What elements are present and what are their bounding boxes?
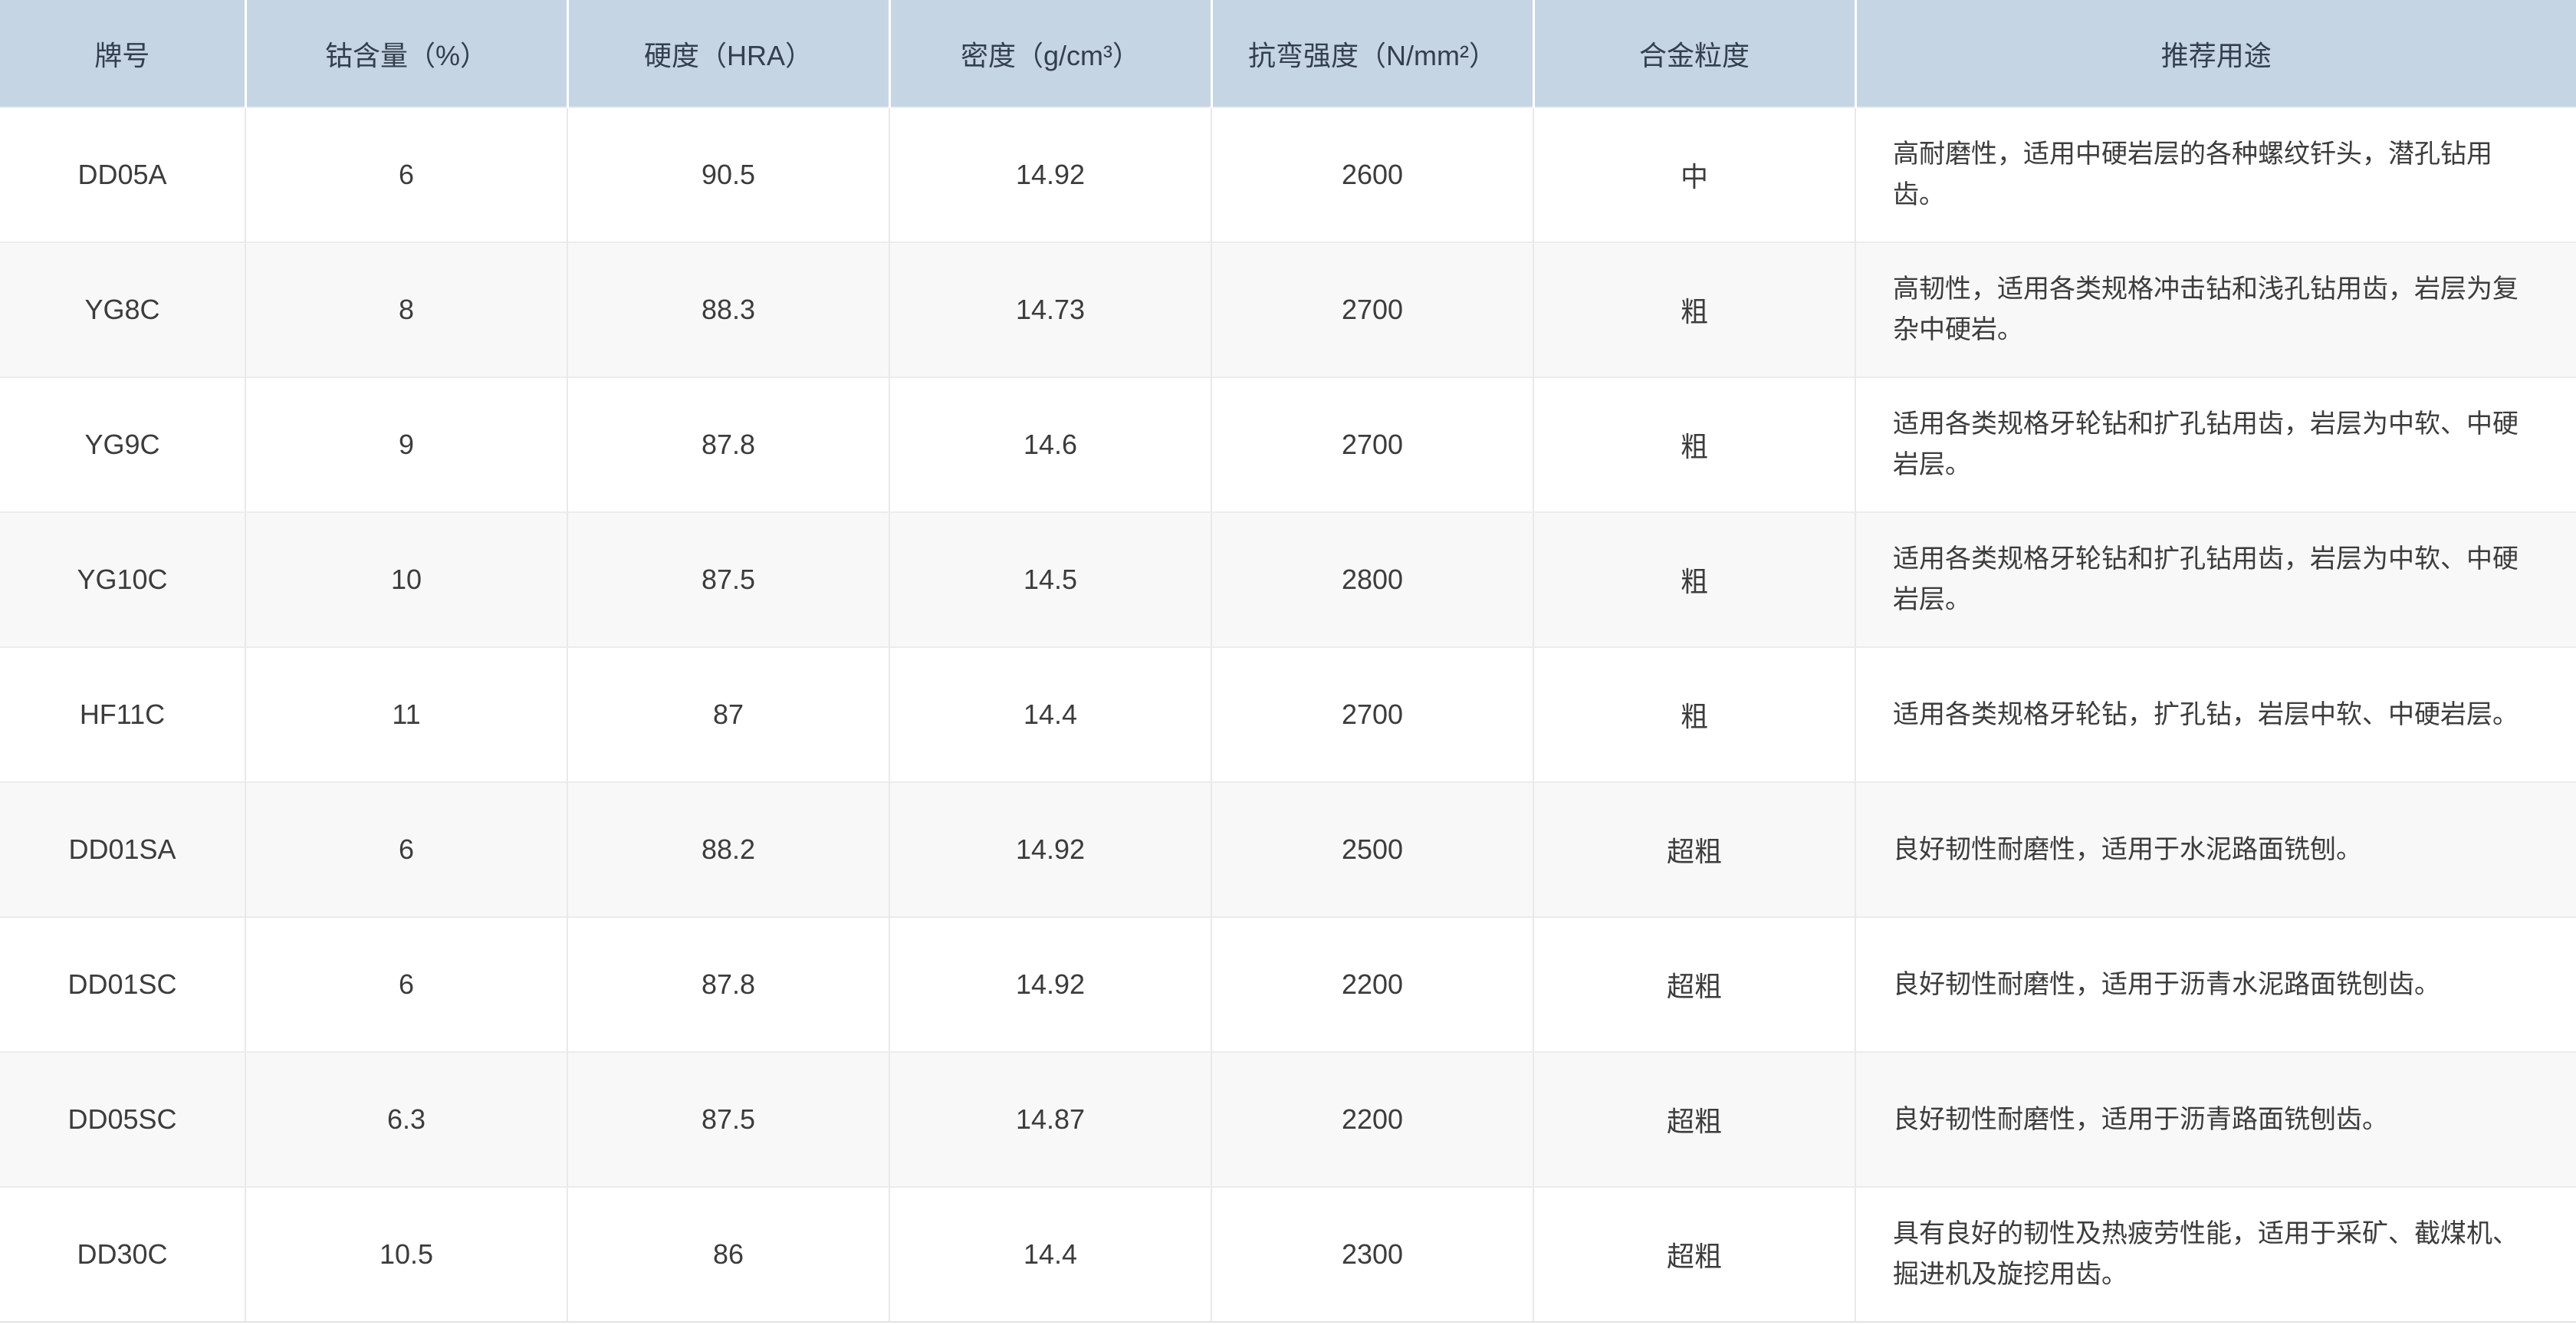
column-header-bending-strength: 抗弯强度（N/mm²） — [1211, 0, 1533, 107]
column-header-grade: 牌号 — [0, 0, 245, 107]
cell-strength: 2600 — [1211, 107, 1533, 242]
cell-grade: DD05SC — [0, 1052, 245, 1187]
cell-density: 14.92 — [889, 107, 1211, 242]
cell-grade: HF11C — [0, 647, 245, 782]
cell-strength: 2700 — [1211, 647, 1533, 782]
table-row: YG9C 9 87.8 14.6 2700 粗 适用各类规格牙轮钻和扩孔钻用齿，… — [0, 377, 2576, 512]
cell-cobalt: 10.5 — [245, 1187, 567, 1322]
cell-grade: YG9C — [0, 377, 245, 512]
cell-grade: DD30C — [0, 1187, 245, 1322]
table-row: DD05SC 6.3 87.5 14.87 2200 超粗 良好韧性耐磨性，适用… — [0, 1052, 2576, 1187]
cell-density: 14.4 — [889, 647, 1211, 782]
cell-density: 14.92 — [889, 782, 1211, 917]
column-header-hardness: 硬度（HRA） — [567, 0, 889, 107]
cell-grain: 粗 — [1533, 242, 1855, 377]
column-header-density: 密度（g/cm³） — [889, 0, 1211, 107]
cell-hardness: 90.5 — [567, 107, 889, 242]
table-row: YG8C 8 88.3 14.73 2700 粗 高韧性，适用各类规格冲击钻和浅… — [0, 242, 2576, 377]
cell-density: 14.92 — [889, 917, 1211, 1052]
cell-grain: 粗 — [1533, 512, 1855, 647]
table-row: YG10C 10 87.5 14.5 2800 粗 适用各类规格牙轮钻和扩孔钻用… — [0, 512, 2576, 647]
cell-cobalt: 8 — [245, 242, 567, 377]
cell-grain: 粗 — [1533, 377, 1855, 512]
column-header-cobalt-content: 钴含量（%） — [245, 0, 567, 107]
cell-strength: 2300 — [1211, 1187, 1533, 1322]
cell-cobalt: 11 — [245, 647, 567, 782]
cell-grade: DD05A — [0, 107, 245, 242]
cell-strength: 2800 — [1211, 512, 1533, 647]
cell-cobalt: 6 — [245, 107, 567, 242]
cell-hardness: 88.2 — [567, 782, 889, 917]
cell-usage: 具有良好的韧性及热疲劳性能，适用于采矿、截煤机、掘进机及旋挖用齿。 — [1855, 1187, 2576, 1322]
cell-hardness: 87.8 — [567, 377, 889, 512]
cell-usage: 适用各类规格牙轮钻和扩孔钻用齿，岩层为中软、中硬岩层。 — [1855, 512, 2576, 647]
cell-usage: 良好韧性耐磨性，适用于沥青水泥路面铣刨齿。 — [1855, 917, 2576, 1052]
header-row: 牌号 钴含量（%） 硬度（HRA） 密度（g/cm³） 抗弯强度（N/mm²） … — [0, 0, 2576, 107]
cell-strength: 2700 — [1211, 242, 1533, 377]
cell-hardness: 87.5 — [567, 512, 889, 647]
cell-grain: 中 — [1533, 107, 1855, 242]
cell-cobalt: 10 — [245, 512, 567, 647]
cell-density: 14.73 — [889, 242, 1211, 377]
cell-grain: 超粗 — [1533, 782, 1855, 917]
cell-strength: 2500 — [1211, 782, 1533, 917]
cell-grain: 超粗 — [1533, 917, 1855, 1052]
cell-hardness: 87.8 — [567, 917, 889, 1052]
cell-usage: 高耐磨性，适用中硬岩层的各种螺纹钎头，潜孔钻用齿。 — [1855, 107, 2576, 242]
table-row: DD01SC 6 87.8 14.92 2200 超粗 良好韧性耐磨性，适用于沥… — [0, 917, 2576, 1052]
cell-grain: 粗 — [1533, 647, 1855, 782]
cell-cobalt: 6 — [245, 917, 567, 1052]
cell-grain: 超粗 — [1533, 1187, 1855, 1322]
table-row: DD01SA 6 88.2 14.92 2500 超粗 良好韧性耐磨性，适用于水… — [0, 782, 2576, 917]
cell-grain: 超粗 — [1533, 1052, 1855, 1187]
cell-strength: 2200 — [1211, 1052, 1533, 1187]
cell-usage: 良好韧性耐磨性，适用于水泥路面铣刨。 — [1855, 782, 2576, 917]
cell-grade: YG10C — [0, 512, 245, 647]
cell-density: 14.6 — [889, 377, 1211, 512]
cell-cobalt: 9 — [245, 377, 567, 512]
table-row: DD30C 10.5 86 14.4 2300 超粗 具有良好的韧性及热疲劳性能… — [0, 1187, 2576, 1322]
table-row: DD05A 6 90.5 14.92 2600 中 高耐磨性，适用中硬岩层的各种… — [0, 107, 2576, 242]
alloy-grades-table: 牌号 钴含量（%） 硬度（HRA） 密度（g/cm³） 抗弯强度（N/mm²） … — [0, 0, 2576, 1323]
column-header-grain-size: 合金粒度 — [1533, 0, 1855, 107]
cell-grade: DD01SA — [0, 782, 245, 917]
cell-usage: 适用各类规格牙轮钻和扩孔钻用齿，岩层为中软、中硬岩层。 — [1855, 377, 2576, 512]
column-header-recommended-use: 推荐用途 — [1855, 0, 2576, 107]
cell-density: 14.5 — [889, 512, 1211, 647]
cell-strength: 2200 — [1211, 917, 1533, 1052]
cell-grade: DD01SC — [0, 917, 245, 1052]
cell-strength: 2700 — [1211, 377, 1533, 512]
cell-hardness: 86 — [567, 1187, 889, 1322]
cell-hardness: 87.5 — [567, 1052, 889, 1187]
cell-cobalt: 6.3 — [245, 1052, 567, 1187]
cell-usage: 适用各类规格牙轮钻，扩孔钻，岩层中软、中硬岩层。 — [1855, 647, 2576, 782]
cell-hardness: 87 — [567, 647, 889, 782]
table-row: HF11C 11 87 14.4 2700 粗 适用各类规格牙轮钻，扩孔钻，岩层… — [0, 647, 2576, 782]
cell-density: 14.4 — [889, 1187, 1211, 1322]
cell-hardness: 88.3 — [567, 242, 889, 377]
cell-usage: 高韧性，适用各类规格冲击钻和浅孔钻用齿，岩层为复杂中硬岩。 — [1855, 242, 2576, 377]
cell-usage: 良好韧性耐磨性，适用于沥青路面铣刨齿。 — [1855, 1052, 2576, 1187]
cell-cobalt: 6 — [245, 782, 567, 917]
cell-grade: YG8C — [0, 242, 245, 377]
cell-density: 14.87 — [889, 1052, 1211, 1187]
